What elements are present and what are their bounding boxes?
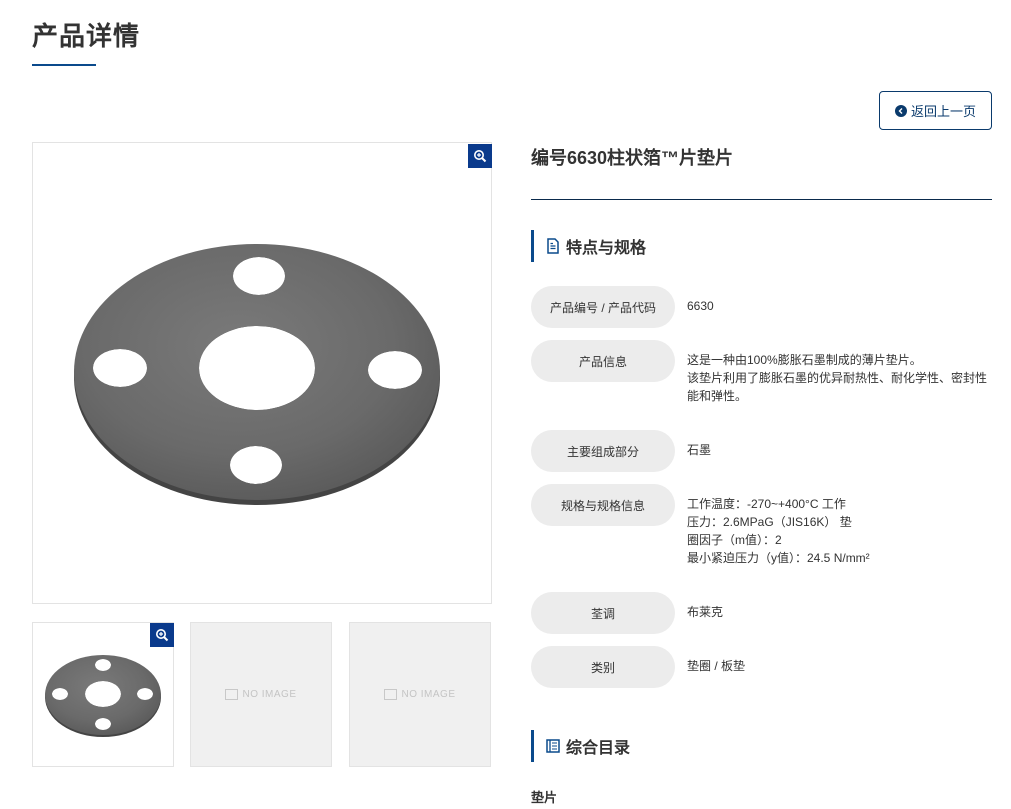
thumbnail-2[interactable]: NO IMAGE	[190, 622, 332, 767]
catalog-heading-text: 综合目录	[566, 740, 631, 757]
no-image-label: NO IMAGE	[242, 689, 297, 700]
spec-label-product-info: 产品信息	[531, 340, 675, 382]
product-title: 编号6630柱状箔™片垫片	[531, 148, 734, 168]
catalog-section-heading: 综合目录	[531, 730, 630, 762]
spec-value-product-code: 6630	[687, 299, 714, 313]
no-image-label: NO IMAGE	[401, 689, 456, 700]
zoom-in-icon	[156, 629, 169, 642]
back-button-label: 返回上一页	[910, 104, 976, 119]
spec-label-product-code: 产品编号 / 产品代码	[531, 286, 675, 328]
back-button[interactable]: 返回上一页	[879, 91, 992, 130]
spec-label-color: 荃调	[531, 592, 675, 634]
specs-heading-text: 特点与规格	[566, 240, 647, 257]
spec-value-product-info: 这是一种由100%膨胀石墨制成的薄片垫片。 该垫片利用了膨胀石墨的优异耐热性、耐…	[687, 353, 988, 403]
catalog-item-gasket[interactable]: 垫片	[531, 787, 557, 806]
image-placeholder-icon	[225, 689, 239, 700]
zoom-in-button[interactable]	[468, 144, 492, 168]
gasket-image	[74, 244, 440, 505]
page-title: 产品详情	[32, 21, 141, 51]
specs-section-heading: 特点与规格	[531, 230, 646, 262]
spec-value-color: 布莱克	[687, 605, 724, 619]
spec-value-components: 石墨	[687, 443, 712, 457]
title-divider	[531, 199, 992, 200]
document-icon	[547, 238, 559, 254]
spec-value-specifications: 工作温度：-270~+400°C 工作 压力：2.6MPaG（JIS16K） 垫…	[687, 497, 870, 565]
thumbnail-1[interactable]	[32, 622, 174, 767]
spec-value-category: 垫圈 / 板垫	[687, 659, 746, 673]
spec-label-components: 主要组成部分	[531, 430, 675, 472]
thumbnail-zoom-button[interactable]	[150, 623, 174, 647]
spec-label-specifications: 规格与规格信息	[531, 484, 675, 526]
main-product-image[interactable]	[32, 142, 492, 604]
title-underline	[32, 64, 96, 66]
thumbnail-3[interactable]: NO IMAGE	[349, 622, 491, 767]
zoom-in-icon	[474, 150, 487, 163]
arrow-left-icon	[894, 104, 907, 117]
spec-label-category: 类别	[531, 646, 675, 688]
image-placeholder-icon	[384, 689, 398, 700]
book-icon	[546, 739, 560, 753]
